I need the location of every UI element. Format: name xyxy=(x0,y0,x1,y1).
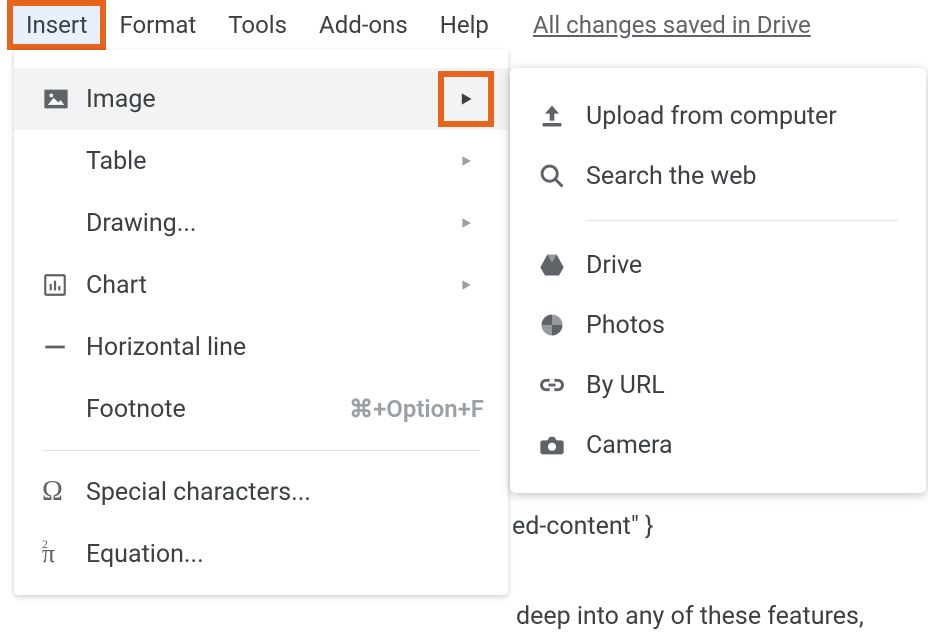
dropdown-item-special-characters[interactable]: Ω Special characters... xyxy=(14,461,508,523)
dropdown-label: Table xyxy=(86,147,448,176)
menu-label: Format xyxy=(119,11,196,39)
dropdown-item-drawing[interactable]: Drawing... xyxy=(14,192,508,254)
submenu-label: Camera xyxy=(586,431,673,460)
insert-dropdown: Image Table Drawing... Chart Horizontal … xyxy=(14,50,508,595)
dropdown-separator xyxy=(42,450,480,451)
document-text-fragment: deep into any of these features, xyxy=(516,602,864,631)
submenu-label: By URL xyxy=(586,371,665,400)
submenu-item-by-url[interactable]: By URL xyxy=(510,355,926,415)
line-icon xyxy=(42,334,86,360)
dropdown-label: Chart xyxy=(86,271,448,300)
dropdown-label: Footnote xyxy=(86,395,349,424)
submenu-item-upload[interactable]: Upload from computer xyxy=(510,86,926,146)
dropdown-label: Horizontal line xyxy=(86,333,484,362)
dropdown-item-horizontal-line[interactable]: Horizontal line xyxy=(14,316,508,378)
menu-label: Insert xyxy=(26,11,87,39)
dropdown-item-table[interactable]: Table xyxy=(14,130,508,192)
submenu-item-search-web[interactable]: Search the web xyxy=(510,146,926,206)
submenu-item-camera[interactable]: Camera xyxy=(510,415,926,475)
camera-icon xyxy=(538,431,586,459)
photos-icon xyxy=(538,311,586,339)
menu-insert[interactable]: Insert xyxy=(10,3,103,47)
image-icon xyxy=(42,85,86,113)
submenu-item-drive[interactable]: Drive xyxy=(510,235,926,295)
dropdown-item-chart[interactable]: Chart xyxy=(14,254,508,316)
dropdown-item-equation[interactable]: π2 Equation... xyxy=(14,523,508,585)
upload-icon xyxy=(538,102,586,130)
submenu-separator xyxy=(586,220,898,221)
menu-addons[interactable]: Add-ons xyxy=(303,5,424,45)
submenu-label: Search the web xyxy=(586,162,756,191)
dropdown-label: Drawing... xyxy=(86,209,448,238)
submenu-label: Photos xyxy=(586,311,665,340)
submenu-arrow-icon xyxy=(448,81,484,117)
menu-label: Tools xyxy=(228,11,287,39)
dropdown-item-image[interactable]: Image xyxy=(14,68,508,130)
menu-label: Add-ons xyxy=(319,11,408,39)
save-status[interactable]: All changes saved in Drive xyxy=(533,11,811,39)
submenu-arrow-icon xyxy=(448,205,484,241)
dropdown-shortcut: ⌘+Option+F xyxy=(349,395,484,423)
menu-label: Help xyxy=(440,11,489,39)
dropdown-label: Equation... xyxy=(86,540,484,569)
document-text-fragment: ed-content" } xyxy=(512,512,654,541)
chart-icon xyxy=(42,272,86,298)
image-submenu: Upload from computer Search the web Driv… xyxy=(510,68,926,493)
submenu-label: Drive xyxy=(586,251,642,280)
menu-help[interactable]: Help xyxy=(424,5,505,45)
omega-icon: Ω xyxy=(42,476,86,508)
menu-tools[interactable]: Tools xyxy=(212,5,303,45)
search-icon xyxy=(538,162,586,190)
drive-icon xyxy=(538,251,586,279)
submenu-item-photos[interactable]: Photos xyxy=(510,295,926,355)
submenu-arrow-icon xyxy=(448,143,484,179)
dropdown-label: Special characters... xyxy=(86,478,484,507)
dropdown-item-footnote[interactable]: Footnote ⌘+Option+F xyxy=(14,378,508,440)
menu-format[interactable]: Format xyxy=(103,5,212,45)
dropdown-label: Image xyxy=(86,85,448,114)
link-icon xyxy=(538,371,586,399)
pi-icon: π2 xyxy=(42,539,86,569)
submenu-arrow-icon xyxy=(448,267,484,303)
menubar: Insert Format Tools Add-ons Help All cha… xyxy=(0,0,928,50)
submenu-label: Upload from computer xyxy=(586,102,837,131)
